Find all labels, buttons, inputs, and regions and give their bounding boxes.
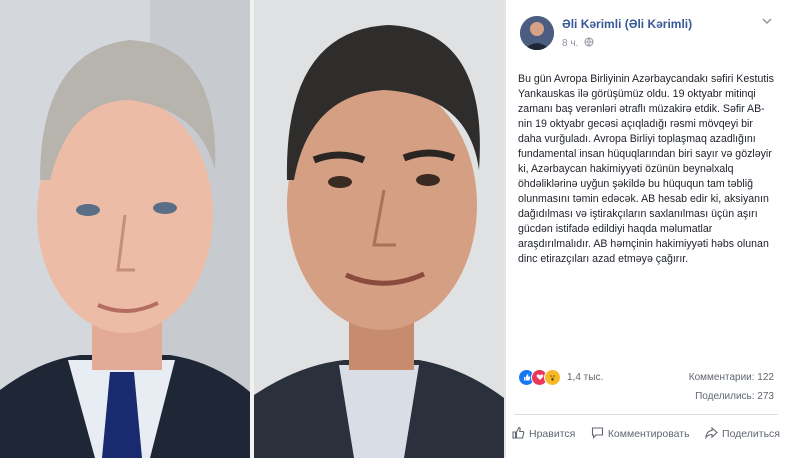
wow-reaction-icon bbox=[544, 368, 561, 386]
share-button-label: Поделиться bbox=[722, 428, 780, 440]
photo-right[interactable] bbox=[254, 0, 504, 458]
comment-button-label: Комментировать bbox=[607, 428, 690, 440]
post-meta: 8 ч. bbox=[562, 37, 594, 50]
globe-icon bbox=[584, 37, 594, 50]
author-name[interactable]: Əli Kərimli (Əli Kərimli) bbox=[562, 17, 692, 31]
portrait-right-image bbox=[254, 0, 504, 458]
shares-count[interactable]: Поделились: 273 bbox=[695, 391, 774, 402]
post-time[interactable]: 8 ч. bbox=[562, 38, 578, 49]
chevron-down-icon[interactable] bbox=[762, 16, 772, 28]
author-avatar[interactable] bbox=[520, 16, 554, 50]
thumbs-up-icon bbox=[512, 426, 529, 442]
reactions-count: 1,4 тыс. bbox=[567, 371, 604, 383]
reaction-summary[interactable]: 1,4 тыс. bbox=[518, 368, 603, 386]
comment-icon bbox=[591, 426, 608, 442]
like-button[interactable]: Нравится bbox=[512, 426, 575, 442]
post-body-text: Bu gün Avropa Birliyinin Azərbaycandakı … bbox=[518, 73, 774, 265]
comments-count[interactable]: Комментарии: 122 bbox=[689, 372, 774, 383]
share-button[interactable]: Поделиться bbox=[705, 426, 780, 442]
share-icon bbox=[705, 426, 722, 442]
comment-button[interactable]: Комментировать bbox=[591, 426, 690, 442]
post-actions-bar: Нравится Комментировать Поделиться bbox=[512, 420, 780, 448]
actions-divider bbox=[514, 414, 778, 415]
portrait-left-image bbox=[0, 0, 250, 458]
facebook-post: Əli Kərimli (Əli Kərimli) 8 ч. Bu gün Av… bbox=[506, 0, 786, 458]
avatar-image bbox=[520, 16, 554, 50]
like-button-label: Нравится bbox=[529, 428, 576, 440]
photo-left[interactable] bbox=[0, 0, 250, 458]
